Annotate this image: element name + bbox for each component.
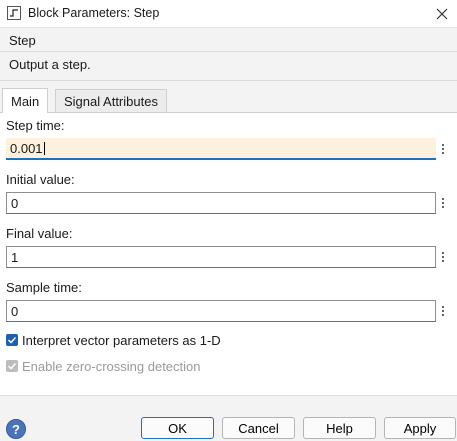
apply-button[interactable]: Apply [384, 417, 456, 439]
sample-time-value: 0 [11, 303, 19, 319]
footer-divider [0, 395, 457, 396]
final-value-input[interactable]: 1 [6, 246, 436, 268]
tab-main[interactable]: Main [2, 88, 49, 113]
step-time-label: Step time: [6, 118, 65, 133]
initial-value-value: 0 [11, 195, 19, 211]
initial-value-input[interactable]: 0 [6, 192, 436, 214]
help-icon[interactable]: ? [6, 419, 26, 439]
step-time-options-icon[interactable] [438, 138, 448, 160]
sample-time-input[interactable]: 0 [6, 300, 436, 322]
initial-value-label: Initial value: [6, 172, 75, 187]
block-description: Output a step. [9, 57, 91, 72]
simulink-block-icon [7, 6, 21, 20]
ok-button[interactable]: OK [141, 417, 214, 439]
help-button[interactable]: Help [303, 417, 376, 439]
close-button[interactable] [427, 0, 457, 28]
zero-crossing-label: Enable zero-crossing detection [22, 359, 201, 374]
block-name: Step [9, 33, 36, 48]
interpret-vector-label: Interpret vector parameters as 1-D [22, 333, 221, 348]
final-value-label: Final value: [6, 226, 73, 241]
final-value-value: 1 [11, 249, 19, 265]
checkmark-icon [7, 362, 17, 370]
sample-time-options-icon[interactable] [438, 300, 448, 322]
close-icon [436, 8, 448, 20]
sample-time-label: Sample time: [6, 280, 82, 295]
cancel-button[interactable]: Cancel [222, 417, 295, 439]
initial-value-options-icon[interactable] [438, 192, 448, 214]
step-time-input[interactable]: 0.001 [6, 138, 436, 160]
window-title: Block Parameters: Step [28, 6, 160, 20]
tab-signal-attributes[interactable]: Signal Attributes [55, 89, 167, 112]
interpret-vector-checkbox[interactable] [6, 334, 18, 346]
checkmark-icon [7, 336, 17, 344]
final-value-options-icon[interactable] [438, 246, 448, 268]
description-divider [0, 80, 457, 81]
header-divider [0, 51, 457, 52]
title-bar: Block Parameters: Step [0, 0, 457, 28]
tab-main-label: Main [11, 93, 40, 109]
text-caret [43, 141, 45, 155]
step-time-value: 0.001 [10, 140, 43, 156]
tab-signal-attributes-label: Signal Attributes [64, 93, 158, 109]
zero-crossing-checkbox [6, 360, 18, 372]
